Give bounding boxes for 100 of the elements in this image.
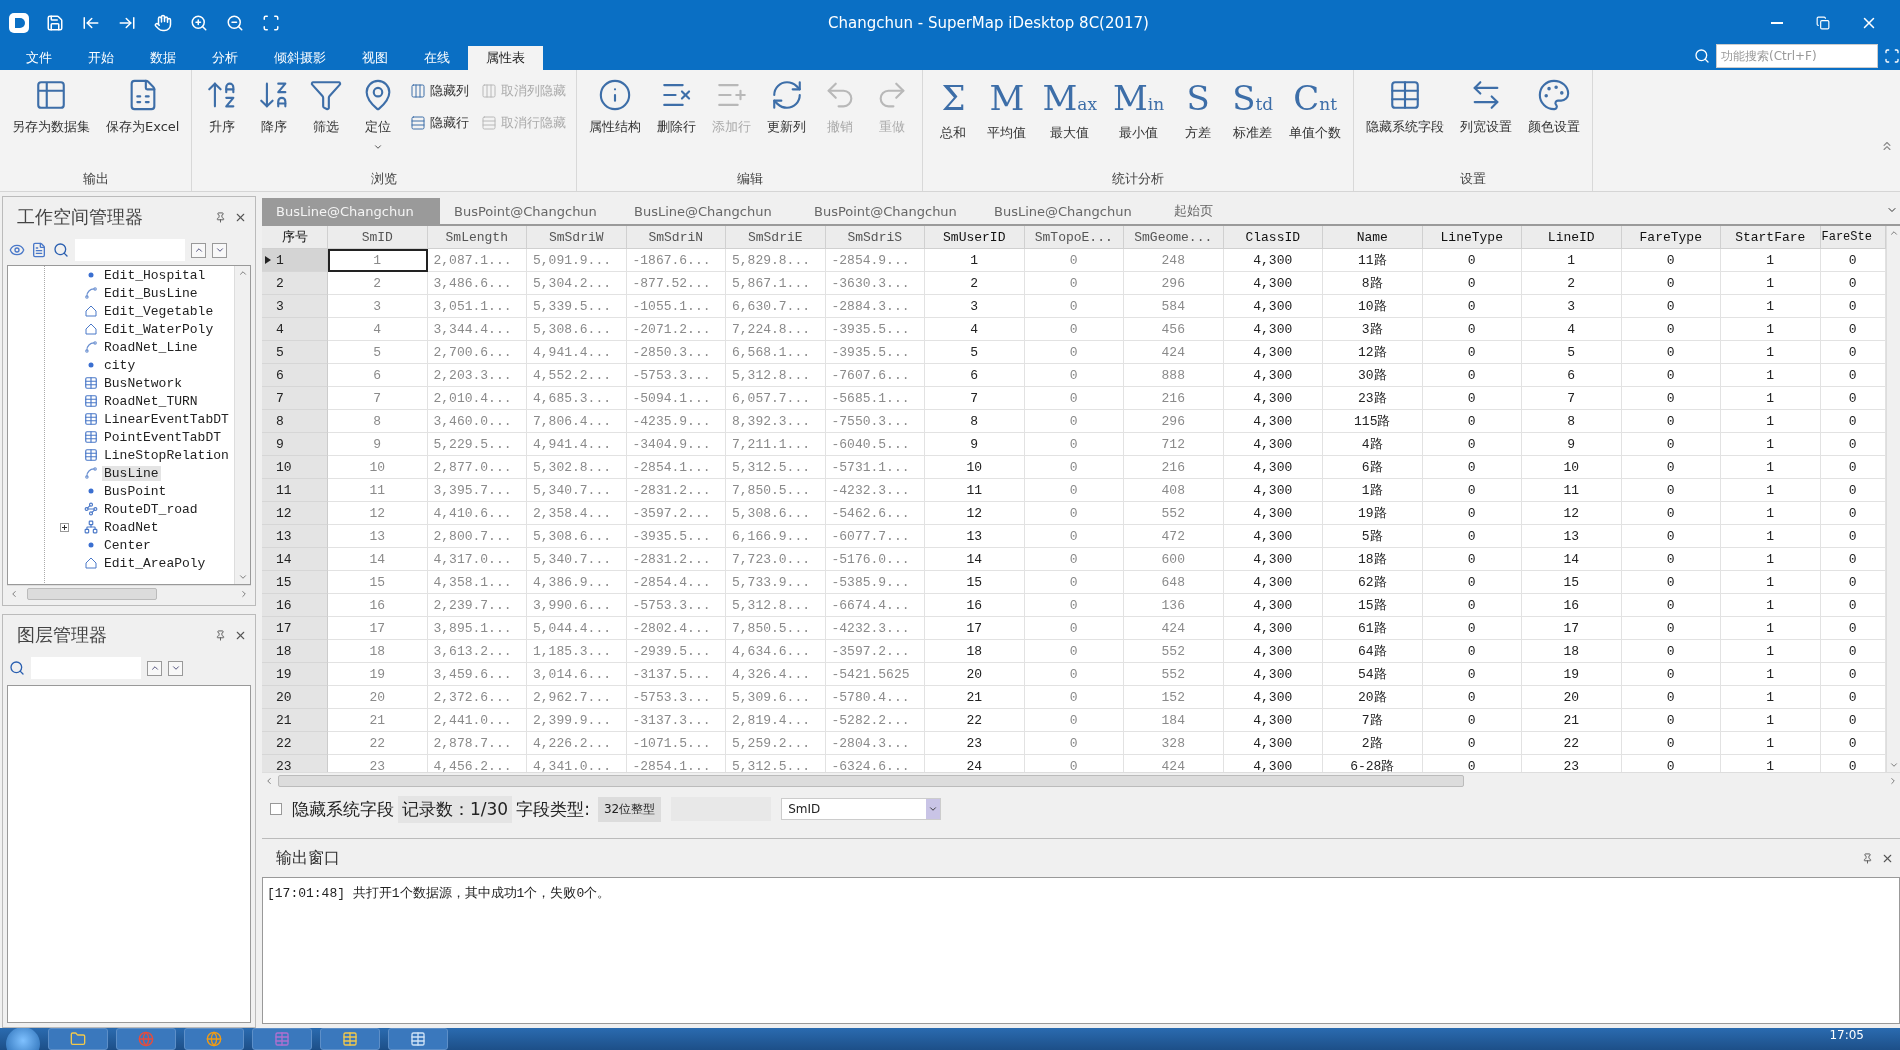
table-cell[interactable]: 0 <box>1422 548 1522 571</box>
table-cell[interactable]: 2,877.0... <box>427 456 527 479</box>
table-cell[interactable]: 5,044.4... <box>527 617 627 640</box>
table-cell[interactable]: 18 <box>328 640 428 663</box>
table-cell[interactable]: 3,486.6... <box>427 272 527 295</box>
column-header[interactable]: 序号 <box>262 226 328 249</box>
table-cell[interactable]: 0 <box>1024 686 1124 709</box>
table-cell[interactable]: 8 <box>1522 410 1622 433</box>
table-cell[interactable]: 1 <box>1721 272 1821 295</box>
table-cell[interactable]: 14 <box>1522 548 1622 571</box>
table-cell[interactable]: 4,300 <box>1223 663 1323 686</box>
table-cell[interactable]: 4,326.4... <box>726 663 826 686</box>
tree-item[interactable]: RoadNet <box>102 519 161 535</box>
table-cell[interactable]: 2,878.7... <box>427 732 527 755</box>
table-cell[interactable]: -5731.1... <box>825 456 925 479</box>
table-cell[interactable]: 7,850.5... <box>726 617 826 640</box>
table-cell[interactable]: 5,312.8... <box>726 594 826 617</box>
table-cell[interactable]: 7路 <box>1323 709 1423 732</box>
table-cell[interactable]: -3935.5... <box>825 318 925 341</box>
table-cell[interactable]: 12路 <box>1323 341 1423 364</box>
table-cell[interactable]: 0 <box>1621 594 1721 617</box>
table-cell[interactable]: -3935.5... <box>825 341 925 364</box>
ribbon-button[interactable]: 隐藏行 <box>406 112 474 134</box>
table-cell[interactable]: -3630.3... <box>825 272 925 295</box>
table-cell[interactable]: 14 <box>925 548 1025 571</box>
table-cell[interactable]: 22 <box>1522 732 1622 755</box>
table-cell[interactable]: 4,300 <box>1223 318 1323 341</box>
table-cell[interactable]: -1055.1... <box>626 295 726 318</box>
table-cell[interactable]: 7,224.8... <box>726 318 826 341</box>
table-cell[interactable]: -1867.6... <box>626 249 726 272</box>
table-cell[interactable]: 0 <box>1621 433 1721 456</box>
menu-tab[interactable]: 分析 <box>194 46 256 70</box>
table-cell[interactable]: 6,057.7... <box>726 387 826 410</box>
table-cell[interactable]: 4路 <box>1323 433 1423 456</box>
table-cell[interactable]: 1 <box>1721 318 1821 341</box>
table-cell[interactable]: 5 <box>1522 341 1622 364</box>
table-cell[interactable]: -5176.0... <box>825 548 925 571</box>
document-tab[interactable]: 起始页 <box>1160 198 1340 224</box>
ribbon-button[interactable]: 保存为Excel <box>100 74 186 140</box>
ribbon-button[interactable]: M 平均值 <box>981 74 1033 146</box>
table-cell[interactable]: 11 <box>925 479 1025 502</box>
table-cell[interactable]: 4,300 <box>1223 410 1323 433</box>
table-cell[interactable]: 61路 <box>1323 617 1423 640</box>
table-cell[interactable]: 0 <box>1422 571 1522 594</box>
table-cell[interactable]: 0 <box>1024 272 1124 295</box>
ribbon-button[interactable]: 颜色设置 <box>1522 74 1587 140</box>
tree-item[interactable]: Edit_AreaPoly <box>102 555 208 571</box>
ribbon-button[interactable]: 筛选 <box>302 74 351 140</box>
ribbon-button[interactable]: S 方差 <box>1174 74 1223 146</box>
table-cell[interactable]: 2 <box>1522 272 1622 295</box>
table-cell[interactable]: 216 <box>1124 387 1224 410</box>
ribbon-button[interactable]: 定位 <box>354 74 403 156</box>
table-cell[interactable]: 1 <box>328 249 428 272</box>
table-cell[interactable]: 0 <box>1024 410 1124 433</box>
row-header[interactable]: 22 <box>262 732 328 755</box>
ribbon-button[interactable]: 列宽设置 <box>1454 74 1519 140</box>
table-cell[interactable]: 11路 <box>1323 249 1423 272</box>
table-cell[interactable]: 5,309.6... <box>726 686 826 709</box>
table-cell[interactable]: 0 <box>1621 456 1721 479</box>
table-cell[interactable]: 424 <box>1124 341 1224 364</box>
row-header[interactable]: 11 <box>262 479 328 502</box>
table-cell[interactable]: -2831.2... <box>626 548 726 571</box>
table-cell[interactable]: 2,962.7... <box>527 686 627 709</box>
table-cell[interactable]: 0 <box>1422 295 1522 318</box>
table-cell[interactable]: 19路 <box>1323 502 1423 525</box>
table-cell[interactable]: 0 <box>1422 525 1522 548</box>
search-field[interactable]: 功能搜索(Ctrl+F) <box>1716 44 1878 68</box>
table-cell[interactable]: 9 <box>925 433 1025 456</box>
row-header[interactable]: 18 <box>262 640 328 663</box>
tree-item[interactable]: Edit_Vegetable <box>102 303 216 319</box>
table-cell[interactable]: 248 <box>1124 249 1224 272</box>
table-cell[interactable]: 16 <box>925 594 1025 617</box>
table-cell[interactable]: 8 <box>328 410 428 433</box>
column-header[interactable]: SmSdriN <box>626 226 726 249</box>
table-cell[interactable]: 7,211.1... <box>726 433 826 456</box>
table-cell[interactable]: -3404.9... <box>626 433 726 456</box>
table-cell[interactable]: 0 <box>1024 364 1124 387</box>
table-cell[interactable]: 2,203.3... <box>427 364 527 387</box>
table-cell[interactable]: 0 <box>1024 617 1124 640</box>
table-cell[interactable]: 0 <box>1422 502 1522 525</box>
table-cell[interactable]: 23 <box>925 732 1025 755</box>
table-cell[interactable]: 5,302.8... <box>527 456 627 479</box>
table-cell[interactable]: 2,819.4... <box>726 709 826 732</box>
table-cell[interactable]: -7550.3... <box>825 410 925 433</box>
table-cell[interactable]: 600 <box>1124 548 1224 571</box>
table-cell[interactable]: 2,239.7... <box>427 594 527 617</box>
row-header[interactable]: 7 <box>262 387 328 410</box>
ribbon-button[interactable]: 删除行 <box>651 74 703 140</box>
table-cell[interactable]: 1 <box>1721 732 1821 755</box>
table-cell[interactable]: 21 <box>1522 709 1622 732</box>
table-cell[interactable]: -2939.5... <box>626 640 726 663</box>
table-cell[interactable]: 19 <box>1522 663 1622 686</box>
tree-item[interactable]: LineStopRelation <box>102 447 231 463</box>
table-cell[interactable]: 11 <box>328 479 428 502</box>
table-cell[interactable]: -4232.3... <box>825 479 925 502</box>
document-tab[interactable]: BusLine@Changchun <box>620 198 800 224</box>
row-header[interactable]: 20 <box>262 686 328 709</box>
table-cell[interactable]: 20路 <box>1323 686 1423 709</box>
table-cell[interactable]: 2 <box>925 272 1025 295</box>
table-cell[interactable]: 7,806.4... <box>527 410 627 433</box>
